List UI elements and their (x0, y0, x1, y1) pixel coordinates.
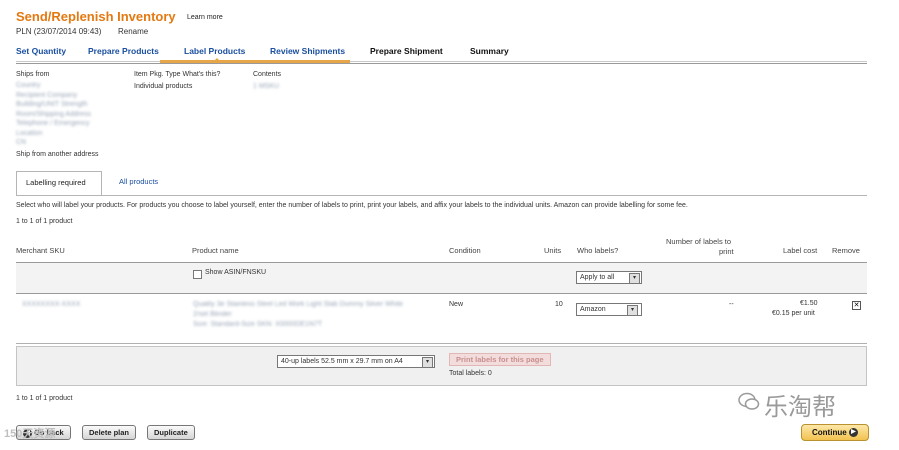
address-line: Telephone / Emergency (16, 120, 90, 127)
watermark-small: 150天资源 (4, 428, 56, 440)
continue-button[interactable]: Continue ▶ (801, 424, 869, 442)
ships-from-address: Country Recipient Company Building/UNIT … (16, 81, 91, 148)
step-review-shipments[interactable]: Review Shipments (270, 46, 345, 56)
chevron-down-icon: ▾ (627, 305, 638, 316)
label-size-select[interactable]: 40-up labels 52.5 mm x 29.7 mm on A4 ▾ (277, 355, 435, 368)
remove-icon[interactable]: ✕ (852, 301, 861, 310)
learn-more-link[interactable]: Learn more (187, 14, 223, 21)
watermark-text: 乐淘帮 (764, 393, 836, 421)
who-labels-select[interactable]: Amazon ▾ (576, 303, 642, 316)
row-label-cost: €1.50 (800, 300, 818, 307)
address-line: Location (16, 129, 43, 137)
page-title: Send/Replenish Inventory (16, 9, 176, 24)
address-line: CN (16, 139, 27, 146)
packing-type-label: Item Pkg. Type What's this? (134, 71, 221, 78)
contents-label: Contents (253, 71, 282, 78)
rename-link[interactable]: Rename (118, 27, 148, 36)
address-line: Country (16, 82, 41, 89)
row-label-cost-per-unit: €0.15 per unit (772, 310, 815, 317)
duplicate-button[interactable]: Duplicate (147, 425, 195, 440)
address-line: Room/Shipping Address (16, 110, 92, 118)
col-header-remove: Remove (832, 246, 860, 255)
step-set-quantity[interactable]: Set Quantity (16, 46, 66, 56)
col-header-label-cost: Label cost (783, 246, 818, 255)
apply-to-all-value: Apply to all (580, 274, 615, 281)
address-line: Building/UNIT Strength (16, 101, 88, 108)
wechat-logo-icon (738, 392, 760, 410)
col-header-num-labels-1: Number of labels to (666, 237, 732, 246)
address-line: Recipient Company (16, 91, 78, 99)
tab-all-products[interactable]: All products (119, 177, 158, 186)
col-header-product-name: Product name (192, 246, 239, 255)
chevron-down-icon: ▾ (629, 273, 640, 284)
active-step-caret-icon (213, 58, 221, 62)
label-size-value: 40-up labels 52.5 mm x 29.7 mm on A4 (281, 358, 403, 365)
col-header-who-labels: Who labels? (577, 246, 619, 255)
ship-other-address-link[interactable]: Ship from another address (16, 151, 99, 158)
product-count-top: 1 to 1 of 1 product (16, 218, 73, 225)
delete-plan-button[interactable]: Delete plan (82, 425, 137, 440)
row-sku: XXXXXXXX-XXXX (22, 301, 81, 308)
show-asin-checkbox[interactable] (193, 270, 202, 279)
product-count-bottom: 1 to 1 of 1 product (16, 395, 73, 402)
col-header-num-labels-2: print (719, 247, 734, 256)
show-asin-label: Show ASIN/FNSKU (205, 269, 267, 276)
row-product-name-2: 2/set Blinder (193, 311, 232, 318)
contents-value: 1 MSKU (253, 83, 280, 90)
table-filter-row (16, 263, 867, 294)
continue-label: Continue (812, 428, 847, 437)
print-labels-panel (16, 346, 867, 386)
row-num-labels: -- (729, 301, 734, 308)
step-prepare-shipment: Prepare Shipment (370, 46, 443, 56)
step-prepare-products[interactable]: Prepare Products (88, 46, 159, 56)
apply-to-all-select[interactable]: Apply to all ▾ (576, 271, 642, 284)
chevron-down-icon: ▾ (422, 357, 433, 368)
step-summary: Summary (470, 46, 509, 56)
col-header-condition: Condition (449, 246, 481, 255)
tabs-divider (16, 195, 867, 196)
plan-name: PLN (23/07/2014 09:43) (16, 27, 102, 36)
section-divider (16, 63, 867, 64)
col-header-sku: Merchant SKU (16, 246, 65, 255)
col-header-units: Units (544, 246, 562, 255)
print-labels-button[interactable]: Print labels for this page (449, 353, 551, 366)
row-condition: New (449, 301, 464, 308)
who-labels-value: Amazon (580, 306, 606, 313)
row-units: 10 (555, 301, 563, 308)
step-label-products[interactable]: Label Products (184, 46, 245, 56)
arrow-right-icon: ▶ (848, 428, 858, 438)
steps-divider (16, 61, 867, 62)
ships-from-label: Ships from (16, 71, 50, 78)
tab-labelling-required[interactable]: Labelling required (26, 178, 86, 187)
packing-type-value: Individual products (134, 83, 193, 90)
row-product-name-3: Size: Standard-Size SKN: X0000DE1N7T (193, 321, 323, 328)
total-labels: Total labels: 0 (449, 370, 492, 377)
table-bottom-divider (16, 343, 867, 344)
row-product-name-1: Quality 3e Stainless Steel Led Work Ligh… (193, 301, 403, 308)
instructions-text: Select who will label your products. For… (16, 202, 688, 209)
